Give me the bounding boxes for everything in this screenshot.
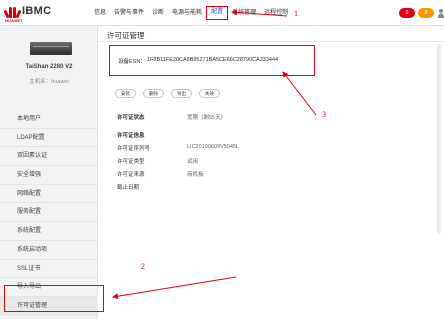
- sidebar-item-ssl-cert[interactable]: SSL证书: [0, 260, 98, 279]
- page-title: 许可证管理: [107, 31, 145, 40]
- sidebar-item-security[interactable]: 安全增强: [0, 166, 98, 185]
- user-icon[interactable]: [438, 8, 444, 18]
- nav-alarms-events[interactable]: 告警与事件: [110, 6, 148, 20]
- top-bar: HUAWEI IBMC 信息 告警与事件 诊断 电源与能耗 配置 系统管理 远程…: [0, 0, 444, 26]
- main-nav: 信息 告警与事件 诊断 电源与能耗 配置 系统管理 远程控制: [90, 0, 292, 26]
- license-expiry-label: 截止日期: [117, 185, 140, 191]
- esn-label: 设备ESN：: [118, 59, 146, 65]
- sidebar: TaiShan 2280 V2 主机名：huawei 本地用户 LDAP配置 双…: [0, 26, 98, 319]
- license-source-value: 商机板: [187, 172, 204, 178]
- license-status-label: 许可证状态: [117, 115, 145, 121]
- esn-value: 1F8B11FE20CA8B95271BA5CE66C28790CA333444: [147, 57, 279, 63]
- sidebar-item-local-users[interactable]: 本地用户: [0, 110, 98, 129]
- license-source-label: 许可证来源: [117, 172, 145, 178]
- arrow-3: [282, 71, 317, 116]
- sidebar-item-ldap[interactable]: LDAP配置: [0, 129, 98, 148]
- huawei-logo: HUAWEI IBMC: [3, 4, 63, 23]
- license-type-label: 许可证类型: [117, 159, 145, 165]
- sidebar-item-boot-options[interactable]: 系统启动项: [0, 241, 98, 260]
- license-menu-highlight: [4, 285, 104, 312]
- vertical-scrollbar[interactable]: [437, 44, 441, 234]
- license-type-value: 试用: [187, 159, 199, 165]
- sidebar-item-system-config[interactable]: 系统配置: [0, 222, 98, 241]
- sidebar-item-network[interactable]: 网络配置: [0, 185, 98, 204]
- annotation-label-2: 2: [141, 262, 145, 271]
- logo-subtext: HUAWEI: [5, 18, 23, 23]
- export-button[interactable]: 导出: [171, 89, 192, 98]
- app-logo-text: IBMC: [22, 5, 52, 17]
- warning-alarm-badge[interactable]: 0: [418, 8, 434, 18]
- nav-diagnostics[interactable]: 诊断: [148, 6, 168, 20]
- nav-power[interactable]: 电源与能耗: [168, 6, 206, 20]
- sidebar-item-two-factor[interactable]: 双因素认证: [0, 147, 98, 167]
- critical-alarm-badge[interactable]: 0: [399, 8, 415, 18]
- install-button[interactable]: 安装: [115, 89, 136, 98]
- delete-button[interactable]: 删除: [143, 89, 164, 98]
- invalidate-button[interactable]: 失效: [199, 89, 220, 98]
- license-info-heading: 许可证信息: [117, 133, 145, 139]
- license-actions: 安装 删除 导出 失效: [115, 89, 227, 98]
- nav-info[interactable]: 信息: [90, 6, 110, 20]
- license-status-value: 宽限（剩55天）: [187, 115, 227, 121]
- device-esn-panel: 设备ESN： 1F8B11FE20CA8B95271BA5CE66C28790C…: [109, 45, 315, 76]
- title-divider: [99, 41, 444, 42]
- nav-system-management[interactable]: 系统管理: [228, 6, 260, 20]
- huawei-logo-icon: [3, 6, 22, 19]
- server-image: [30, 42, 72, 55]
- arrow-2: [112, 276, 237, 300]
- nav-config[interactable]: 配置: [206, 6, 229, 20]
- nav-remote-control[interactable]: 远程控制: [260, 6, 292, 20]
- sidebar-item-services[interactable]: 服务配置: [0, 203, 98, 223]
- license-serial-label: 许可证序列号: [117, 146, 151, 152]
- host-name: 主机名：huawei: [29, 79, 69, 85]
- license-serial-value: LIC20190609V5045L: [187, 144, 239, 150]
- annotation-label-3: 3: [322, 110, 326, 119]
- annotation-label-1: 1: [294, 9, 298, 18]
- server-model: TaiShan 2280 V2: [25, 64, 73, 70]
